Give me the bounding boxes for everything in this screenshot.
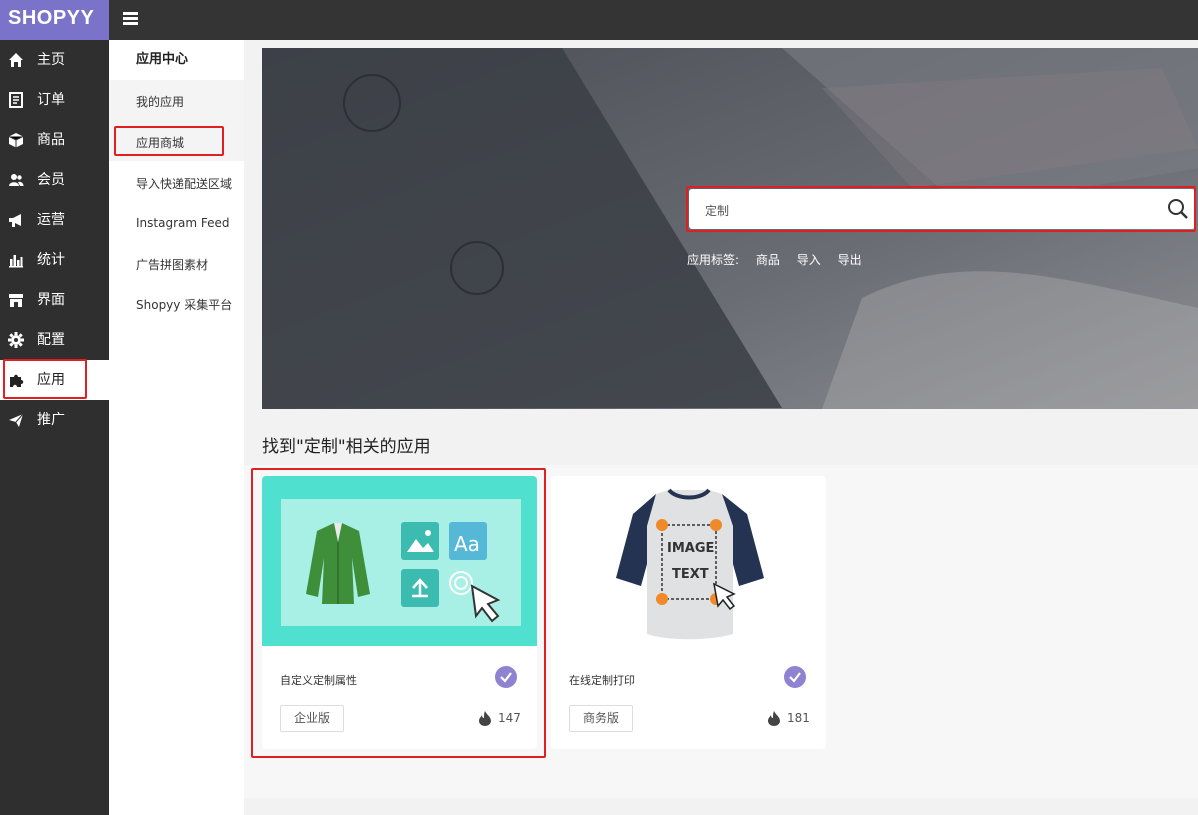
sidebar-item-statistics[interactable]: 统计	[0, 240, 109, 280]
storefront-icon	[9, 294, 23, 307]
gear-icon	[8, 332, 24, 348]
home-icon	[9, 53, 23, 67]
sidebar-item-label: 商品	[37, 132, 65, 148]
fire-icon	[768, 711, 780, 726]
hamburger-menu-icon[interactable]	[122, 10, 142, 30]
sidebar-item-label: 运营	[37, 212, 65, 228]
sidebar-item-label: 配置	[37, 332, 65, 348]
edition-badge: 商务版	[569, 705, 634, 732]
illustration-text-text: TEXT	[672, 567, 709, 582]
subnav-item-import-shipping-zones[interactable]: 导入快递配送区域	[136, 175, 232, 192]
sidebar-item-members[interactable]: 会员	[0, 160, 109, 200]
app-center-subnav: 应用中心 我的应用 应用商城 导入快递配送区域 Instagram Feed 广…	[109, 40, 244, 815]
subnav-title: 应用中心	[136, 52, 189, 67]
product-box-icon	[8, 133, 24, 148]
app-tags-row: 应用标签: 商品 导入 导出	[687, 251, 875, 268]
sidebar-item-label: 推广	[37, 412, 65, 428]
tags-label: 应用标签:	[687, 253, 740, 267]
bar-chart-icon	[9, 255, 23, 268]
sidebar-item-label: 会员	[37, 172, 65, 188]
paper-plane-icon	[9, 413, 24, 427]
results-title: 找到"定制"相关的应用	[262, 437, 431, 457]
sidebar-item-label: 统计	[37, 252, 65, 268]
app-name[interactable]: 在线定制打印	[569, 672, 635, 688]
sidebar-item-products[interactable]: 商品	[0, 120, 109, 160]
tag-export[interactable]: 导出	[838, 253, 862, 267]
subnav-item-my-apps[interactable]: 我的应用	[136, 93, 184, 110]
brand-logo[interactable]: SHOPYY	[0, 0, 109, 40]
sidebar-item-interface[interactable]: 界面	[0, 280, 109, 320]
top-bar	[0, 0, 1198, 40]
sidebar-item-orders[interactable]: 订单	[0, 80, 109, 120]
install-count: 181	[787, 711, 810, 725]
tag-products[interactable]: 商品	[756, 253, 780, 267]
app-card-online-print[interactable]: IMAGE TEXT 在线定制打印 商务版 181	[551, 476, 826, 749]
sidebar-item-marketing[interactable]: 运营	[0, 200, 109, 240]
subnav-item-instagram-feed[interactable]: Instagram Feed	[136, 216, 230, 230]
sidebar-item-label: 界面	[37, 292, 65, 308]
order-icon	[9, 92, 23, 108]
members-icon	[9, 174, 24, 186]
subnav-item-ad-collage[interactable]: 广告拼图素材	[136, 256, 208, 273]
megaphone-icon	[9, 214, 21, 227]
verified-check-icon	[784, 666, 806, 688]
app-store-highlight-box	[114, 126, 224, 156]
sidebar-item-label: 主页	[37, 52, 65, 68]
apps-nav-highlight-box	[3, 359, 87, 399]
search-highlight-box	[686, 186, 1196, 232]
sidebar-item-label: 订单	[37, 92, 65, 108]
sidebar-item-settings[interactable]: 配置	[0, 320, 109, 360]
card-highlight-box	[251, 468, 546, 758]
sidebar-item-promotion[interactable]: 推广	[0, 400, 109, 440]
illustration-text-image: IMAGE	[667, 541, 714, 556]
tag-import[interactable]: 导入	[797, 253, 821, 267]
main-sidebar: 主页 订单 商品 会员 运营 统计 界面 配置 应用 推广	[0, 40, 109, 815]
subnav-item-collection-platform[interactable]: Shopyy 采集平台	[136, 296, 232, 313]
sidebar-item-home[interactable]: 主页	[0, 40, 109, 80]
app-thumbnail-online-print: IMAGE TEXT	[551, 476, 826, 646]
